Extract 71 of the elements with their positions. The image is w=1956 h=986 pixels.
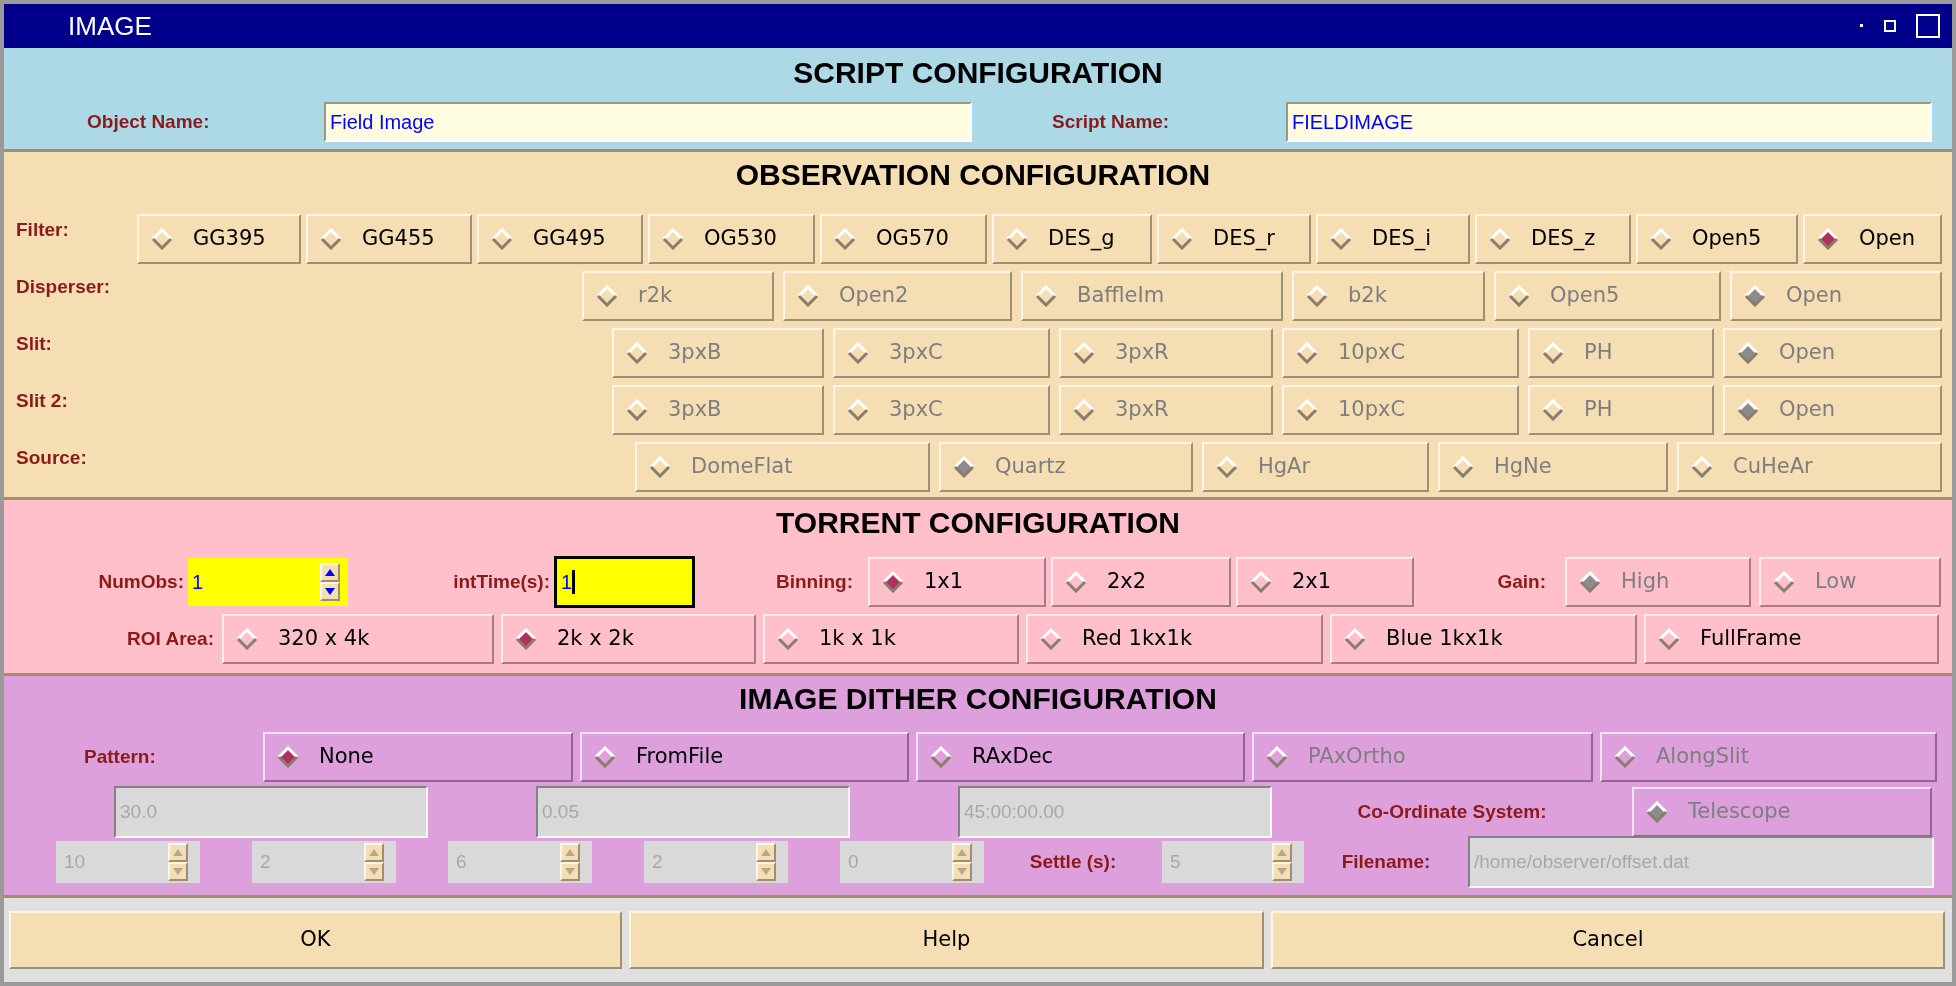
decrement-button[interactable] xyxy=(320,582,340,601)
up-arrow-icon xyxy=(957,849,967,856)
field-label: intTime(s): xyxy=(452,569,550,594)
field-label: Co-Ordinate System: xyxy=(1356,799,1548,824)
down-arrow-icon xyxy=(957,868,967,875)
dialog-button[interactable]: Cancel xyxy=(1271,911,1945,969)
radio-option[interactable]: GG455 xyxy=(306,214,472,264)
text-field[interactable]: FIELDIMAGE xyxy=(1286,102,1932,142)
radio-option[interactable]: DES_g xyxy=(992,214,1152,264)
row-label: Slit: xyxy=(15,332,52,356)
field-label: Script Name: xyxy=(1051,109,1171,134)
radio-option[interactable]: FullFrame xyxy=(1644,614,1939,664)
maximize-icon[interactable] xyxy=(1916,14,1940,38)
radio-option[interactable]: DES_i xyxy=(1316,214,1470,264)
up-arrow-icon xyxy=(761,849,771,856)
radio-option[interactable]: None xyxy=(263,732,573,782)
text-field[interactable]: Field Image xyxy=(324,102,972,142)
down-arrow-icon xyxy=(173,868,183,875)
radio-option[interactable]: Red 1kx1k xyxy=(1026,614,1323,664)
field-label: Filename: xyxy=(1340,849,1432,874)
radio-option[interactable]: 2x1 xyxy=(1236,557,1414,607)
up-arrow-icon xyxy=(173,849,183,856)
field-label: Settle (s): xyxy=(1028,849,1118,874)
down-arrow-icon xyxy=(565,868,575,875)
section-title: IMAGE DITHER CONFIGURATION xyxy=(738,684,1218,717)
increment-button[interactable] xyxy=(320,563,340,582)
up-arrow-icon xyxy=(565,849,575,856)
dialog-button[interactable]: Help xyxy=(629,911,1264,969)
radio-option[interactable]: OG570 xyxy=(820,214,987,264)
radio-option[interactable]: Open xyxy=(1803,214,1942,264)
field-label: Gain: xyxy=(1496,569,1546,594)
section-title: SCRIPT CONFIGURATION xyxy=(792,58,1164,88)
up-arrow-icon xyxy=(369,849,379,856)
restore-icon[interactable] xyxy=(1884,20,1896,32)
radio-option[interactable]: GG495 xyxy=(477,214,643,264)
down-arrow-icon xyxy=(325,588,335,595)
row-label: Source: xyxy=(15,446,87,470)
radio-option[interactable]: 2k x 2k xyxy=(501,614,756,664)
down-arrow-icon xyxy=(369,868,379,875)
section-title: OBSERVATION CONFIGURATION xyxy=(734,160,1212,193)
down-arrow-icon xyxy=(1277,868,1287,875)
radio-option[interactable]: GG395 xyxy=(137,214,301,264)
row-label: Slit 2: xyxy=(15,389,68,413)
up-arrow-icon xyxy=(325,569,335,576)
row-label: Disperser: xyxy=(15,275,110,299)
radio-option[interactable]: DES_z xyxy=(1475,214,1631,264)
radio-option[interactable]: Blue 1kx1k xyxy=(1330,614,1637,664)
radio-option[interactable]: 1k x 1k xyxy=(763,614,1019,664)
radio-option[interactable]: OG530 xyxy=(648,214,815,264)
radio-option[interactable]: DES_r xyxy=(1157,214,1311,264)
row-label: Filter: xyxy=(15,218,69,242)
minimize-icon[interactable] xyxy=(1860,24,1864,28)
down-arrow-icon xyxy=(761,868,771,875)
field-label: NumObs: xyxy=(97,569,184,594)
radio-option[interactable]: 320 x 4k xyxy=(222,614,494,664)
spin-field[interactable]: 1 xyxy=(188,558,348,606)
field-label: Binning: xyxy=(774,569,853,594)
section-title: TORRENT CONFIGURATION xyxy=(775,508,1181,541)
radio-option[interactable]: RAxDec xyxy=(916,732,1245,782)
text-field[interactable]: 1 xyxy=(554,556,695,608)
up-arrow-icon xyxy=(1277,849,1287,856)
radio-option[interactable]: Open5 xyxy=(1636,214,1798,264)
field-label: Pattern: xyxy=(83,744,157,769)
field-label: ROI Area: xyxy=(126,626,214,651)
dialog-button[interactable]: OK xyxy=(9,911,622,969)
field-label: Object Name: xyxy=(86,109,211,134)
text-cursor xyxy=(572,570,576,594)
radio-option[interactable]: 2x2 xyxy=(1051,557,1231,607)
radio-option[interactable]: 1x1 xyxy=(868,557,1046,607)
radio-option[interactable]: FromFile xyxy=(580,732,909,782)
window-title: IMAGE xyxy=(68,9,153,43)
